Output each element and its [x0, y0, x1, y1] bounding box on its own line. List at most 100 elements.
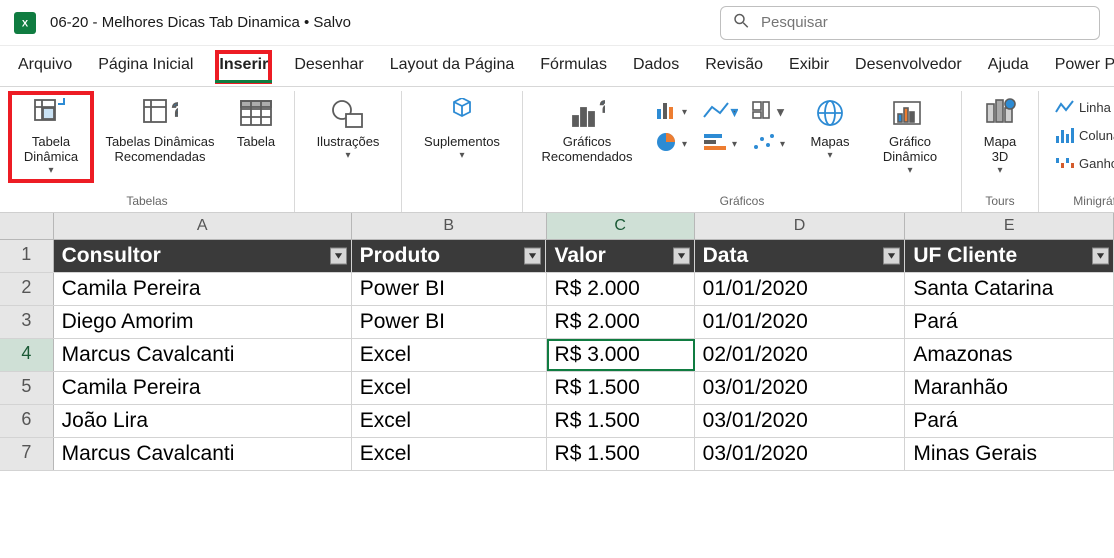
group-minigraficos: Linha Coluna Ganhos/Perd Minigráficos [1039, 91, 1114, 212]
tab-pagina-inicial[interactable]: Página Inicial [96, 52, 195, 82]
chevron-down-icon: ▾ [345, 150, 350, 162]
th-uf[interactable]: UF Cliente [905, 240, 1114, 272]
row-header[interactable]: 5 [0, 372, 54, 404]
col-c[interactable]: C [547, 213, 695, 239]
sparkline-line-label: Linha [1079, 100, 1111, 115]
col-a[interactable]: A [54, 213, 352, 239]
row-1-header[interactable]: 1 [0, 240, 54, 272]
cell[interactable]: Excel [352, 438, 547, 470]
cell[interactable]: Diego Amorim [54, 306, 352, 338]
filter-dropdown-icon[interactable] [330, 248, 347, 265]
scatter-chart-icon[interactable]: ▾ [747, 129, 789, 155]
pivot-chart-button[interactable]: Gráfico Dinâmico ▾ [869, 93, 951, 181]
tab-layout[interactable]: Layout da Página [388, 52, 517, 82]
th-produto[interactable]: Produto [352, 240, 547, 272]
cell[interactable]: R$ 2.000 [547, 306, 695, 338]
cell[interactable]: Excel [352, 405, 547, 437]
group-ilustracoes: Ilustrações ▾ [295, 91, 402, 212]
map-3d-button[interactable]: Mapa 3D ▾ [972, 93, 1028, 181]
excel-icon: X [17, 15, 33, 31]
illustrations-button[interactable]: Ilustrações ▾ [305, 93, 391, 181]
filter-dropdown-icon[interactable] [673, 248, 690, 265]
cell[interactable]: Marcus Cavalcanti [54, 438, 352, 470]
row-header[interactable]: 3 [0, 306, 54, 338]
tab-formulas[interactable]: Fórmulas [538, 52, 609, 82]
line-chart-icon[interactable]: ▾ [699, 97, 741, 123]
cell[interactable]: Minas Gerais [905, 438, 1114, 470]
search-input[interactable] [720, 6, 1100, 40]
cell[interactable]: R$ 1.500 [547, 405, 695, 437]
table-button[interactable]: Tabela [228, 93, 284, 181]
sparkline-winloss-button[interactable]: Ganhos/Perd [1051, 151, 1114, 175]
cell[interactable]: R$ 2.000 [547, 273, 695, 305]
cell[interactable]: R$ 1.500 [547, 372, 695, 404]
tab-inserir[interactable]: Inserir [217, 52, 270, 82]
th-consultor[interactable]: Consultor [54, 240, 352, 272]
tab-desenhar[interactable]: Desenhar [292, 52, 365, 82]
cell[interactable]: 03/01/2020 [695, 438, 906, 470]
cell[interactable]: Power BI [352, 306, 547, 338]
tab-dados[interactable]: Dados [631, 52, 681, 82]
cell[interactable]: Power BI [352, 273, 547, 305]
cell[interactable]: Maranhão [905, 372, 1114, 404]
hierarchy-chart-icon[interactable]: ▾ [747, 97, 789, 123]
filter-dropdown-icon[interactable] [524, 248, 541, 265]
column-headers: A B C D E [0, 213, 1114, 240]
cell[interactable]: Santa Catarina [905, 273, 1114, 305]
row-header[interactable]: 6 [0, 405, 54, 437]
pie-chart-icon[interactable]: ▾ [651, 129, 693, 155]
cell[interactable]: 01/01/2020 [695, 273, 906, 305]
cell[interactable]: João Lira [54, 405, 352, 437]
th-valor[interactable]: Valor [546, 240, 694, 272]
group-suplementos: Suplementos ▾ [402, 91, 523, 212]
cell[interactable]: 03/01/2020 [695, 405, 906, 437]
bar-chart-icon[interactable]: ▾ [699, 129, 741, 155]
col-b[interactable]: B [352, 213, 547, 239]
tab-desenvolvedor[interactable]: Desenvolvedor [853, 52, 964, 82]
cell[interactable]: 03/01/2020 [695, 372, 906, 404]
sparkline-column-button[interactable]: Coluna [1051, 123, 1114, 147]
sparkline-line-button[interactable]: Linha [1051, 95, 1114, 119]
cell[interactable]: Marcus Cavalcanti [54, 339, 352, 371]
table-row: 5 Camila Pereira Excel R$ 1.500 03/01/20… [0, 372, 1114, 405]
chevron-down-icon: ▾ [827, 150, 832, 162]
recommended-charts-label: Gráficos Recomendados [541, 135, 632, 165]
cell[interactable]: R$ 1.500 [547, 438, 695, 470]
tab-exibir[interactable]: Exibir [787, 52, 831, 82]
filter-dropdown-icon[interactable] [1092, 248, 1109, 265]
tab-arquivo[interactable]: Arquivo [16, 52, 74, 82]
pivot-chart-icon [892, 97, 928, 131]
menu-tabs: Arquivo Página Inicial Inserir Desenhar … [0, 46, 1114, 87]
tab-power-pivot[interactable]: Power Piv [1053, 52, 1114, 82]
cell[interactable]: Pará [905, 306, 1114, 338]
cell[interactable]: 01/01/2020 [695, 306, 906, 338]
filter-dropdown-icon[interactable] [883, 248, 900, 265]
row-header[interactable]: 4 [0, 339, 54, 371]
cell[interactable]: Excel [352, 339, 547, 371]
row-header[interactable]: 2 [0, 273, 54, 305]
maps-button[interactable]: Mapas ▾ [801, 93, 859, 181]
column-chart-icon[interactable]: ▾ [651, 97, 693, 123]
recommended-pivot-button[interactable]: ? Tabelas Dinâmicas Recomendadas [102, 93, 218, 181]
tab-revisao[interactable]: Revisão [703, 52, 765, 82]
group-label-graficos: Gráficos [720, 194, 765, 208]
cell[interactable]: Excel [352, 372, 547, 404]
cell[interactable]: 02/01/2020 [695, 339, 906, 371]
cell[interactable]: Amazonas [905, 339, 1114, 371]
cell[interactable]: Camila Pereira [54, 273, 352, 305]
table-row: 4 Marcus Cavalcanti Excel R$ 3.000 02/01… [0, 339, 1114, 372]
selected-cell[interactable]: R$ 3.000 [547, 339, 695, 371]
select-all-corner[interactable] [0, 213, 54, 239]
col-e[interactable]: E [905, 213, 1114, 239]
addins-button[interactable]: Suplementos ▾ [412, 93, 512, 181]
row-header[interactable]: 7 [0, 438, 54, 470]
recommended-pivot-label: Tabelas Dinâmicas Recomendadas [105, 135, 214, 165]
cell[interactable]: Pará [905, 405, 1114, 437]
table-row: 7 Marcus Cavalcanti Excel R$ 1.500 03/01… [0, 438, 1114, 471]
tab-ajuda[interactable]: Ajuda [986, 52, 1031, 82]
pivot-table-button[interactable]: Tabela Dinâmica ▾ [10, 93, 92, 181]
th-data[interactable]: Data [695, 240, 906, 272]
cell[interactable]: Camila Pereira [54, 372, 352, 404]
recommended-charts-button[interactable]: ? Gráficos Recomendados [533, 93, 641, 181]
col-d[interactable]: D [695, 213, 906, 239]
